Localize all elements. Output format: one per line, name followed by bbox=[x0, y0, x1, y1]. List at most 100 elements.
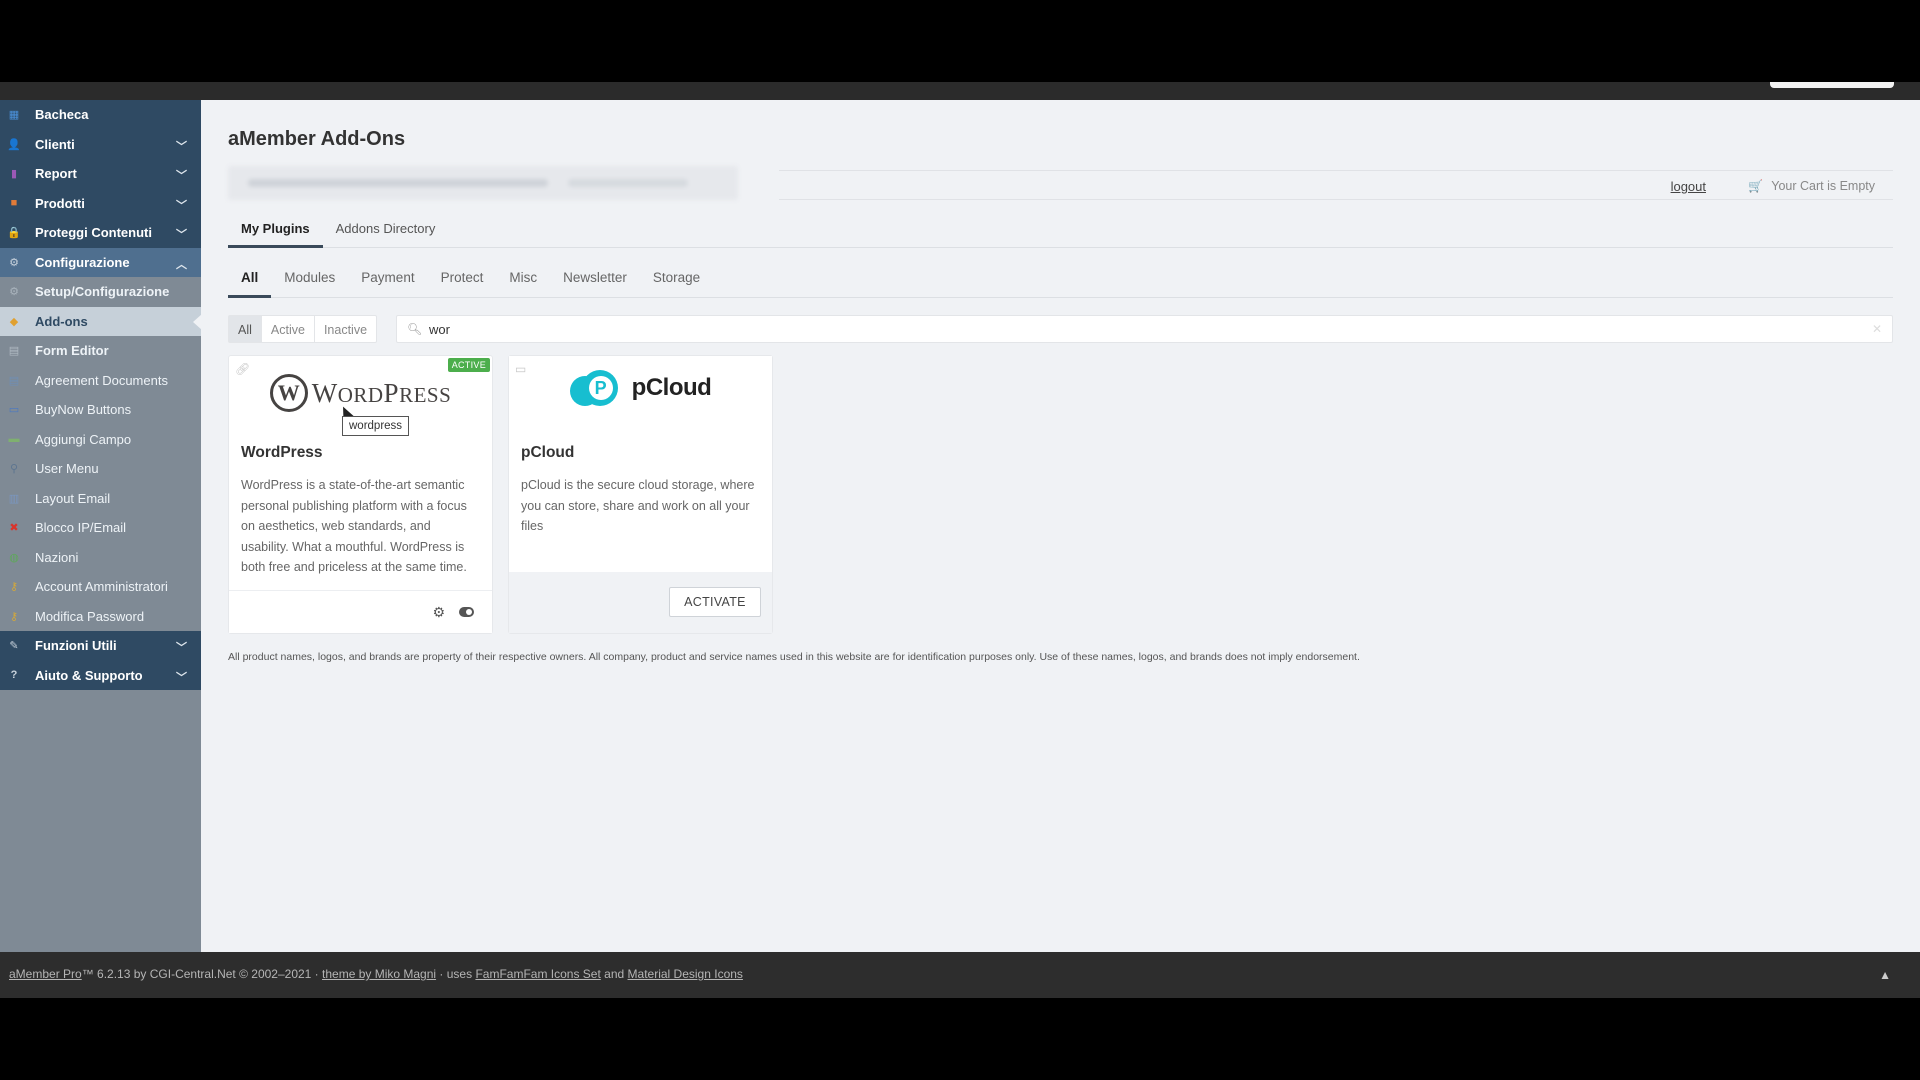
wordpress-mark-icon: W bbox=[269, 374, 308, 412]
category-tab-misc[interactable]: Misc bbox=[496, 266, 550, 298]
category-tab-modules[interactable]: Modules bbox=[271, 266, 348, 298]
sidebar-item-label: Layout Email bbox=[35, 490, 111, 506]
sidebar-item-label: Aiuto & Supporto bbox=[35, 667, 143, 683]
sidebar-item-aiuto-supporto[interactable]: ? Aiuto & Supporto ﹀ bbox=[0, 660, 201, 690]
settings-gear-icon[interactable]: ⚙ bbox=[432, 604, 445, 621]
tab-my-plugins[interactable]: My Plugins bbox=[228, 218, 323, 248]
logo-tooltip: wordpress bbox=[342, 416, 410, 436]
chevron-down-icon[interactable]: ﹀ bbox=[176, 639, 187, 655]
card-footer: ⚙ bbox=[229, 590, 492, 633]
sidebar-item-label: Modifica Password bbox=[35, 608, 145, 624]
sidebar-item-form-editor[interactable]: ▤ Form Editor bbox=[0, 336, 201, 366]
sidebar-item-buynow-buttons[interactable]: ▭ BuyNow Buttons bbox=[0, 395, 201, 425]
email-layout-icon: ▥ bbox=[8, 492, 20, 505]
toggle-switch-icon[interactable] bbox=[459, 607, 474, 617]
plugin-description: WordPress is a state-of-the-art semantic… bbox=[241, 478, 467, 574]
sidebar-item-label: Nazioni bbox=[35, 549, 79, 565]
page-footer: aMember Pro™ 6.2.13 by CGI-Central.Net ©… bbox=[0, 952, 1920, 998]
logout-link[interactable]: logout bbox=[1671, 179, 1706, 194]
filter-all[interactable]: All bbox=[228, 315, 262, 343]
status-filter: All Active Inactive bbox=[228, 315, 378, 343]
chevron-down-icon[interactable]: ﹀ bbox=[176, 669, 187, 685]
sidebar-item-bacheca[interactable]: ▦ Bacheca bbox=[0, 100, 201, 130]
sidebar-item-label: Prodotti bbox=[35, 195, 85, 211]
card-footer: ACTIVATE bbox=[509, 572, 772, 633]
card-body: ▭ P pCloud pCloud pCloud is the secure c… bbox=[509, 356, 772, 574]
plugin-card-pcloud: ▭ P pCloud pCloud pCloud is the secure c… bbox=[508, 355, 773, 634]
chevron-down-icon[interactable]: ﹀ bbox=[176, 197, 187, 213]
chevron-down-icon[interactable]: ﹀ bbox=[176, 167, 187, 183]
filter-inactive[interactable]: Inactive bbox=[314, 315, 378, 343]
admin-key-icon: ⚷ bbox=[9, 581, 19, 594]
category-tab-all[interactable]: All bbox=[228, 266, 272, 298]
sitemap-icon: ⚲ bbox=[9, 463, 19, 476]
category-tabs: All Modules Payment Protect Misc Newsletter St… bbox=[228, 266, 1893, 298]
chevron-up-icon[interactable]: ︿ bbox=[176, 256, 187, 272]
wordpress-logo-text: WORDPRESS bbox=[311, 377, 452, 408]
button-icon: ▭ bbox=[8, 404, 20, 417]
search-input[interactable] bbox=[429, 316, 1849, 342]
users-icon: 👤 bbox=[7, 138, 21, 151]
block-icon: ✖ bbox=[9, 522, 19, 535]
wordpress-logo: W WORDPRESS bbox=[229, 370, 492, 416]
clear-search-icon[interactable]: ✕ bbox=[1872, 322, 1882, 336]
chevron-down-icon[interactable]: ﹀ bbox=[176, 138, 187, 154]
activate-button[interactable]: ACTIVATE bbox=[669, 587, 761, 617]
category-tab-protect[interactable]: Protect bbox=[428, 266, 497, 298]
sidebar-item-funzioni-utili[interactable]: ✎ Funzioni Utili ﹀ bbox=[0, 631, 201, 661]
page-title: aMember Add-Ons bbox=[228, 128, 406, 150]
sidebar-item-label: Proteggi Contenuti bbox=[35, 225, 152, 241]
search-icon: 🔍︎ bbox=[407, 322, 423, 336]
sidebar-item-modifica-password[interactable]: ⚷ Modifica Password bbox=[0, 602, 201, 632]
main-content: aMember Add-Ons logout 🛒 Your Cart is Em… bbox=[201, 100, 1920, 952]
pcloud-logo: P pCloud bbox=[509, 370, 772, 416]
sidebar-item-report[interactable]: ▮ Report ﹀ bbox=[0, 159, 201, 189]
cart-status[interactable]: 🛒 Your Cart is Empty bbox=[1748, 179, 1875, 193]
sidebar-item-label: Add-ons bbox=[35, 313, 88, 329]
sidebar-item-agreement-documents[interactable]: ▤ Agreement Documents bbox=[0, 366, 201, 396]
footer-version: ™ 6.2.13 by CGI-Central.Net © 2002–2021 … bbox=[81, 967, 319, 981]
famfamfam-link[interactable]: FamFamFam Icons Set bbox=[475, 967, 600, 981]
filter-active[interactable]: Active bbox=[261, 315, 315, 343]
category-tab-newsletter[interactable]: Newsletter bbox=[550, 266, 640, 298]
blurred-header-area bbox=[228, 166, 738, 200]
plugin-name: WordPress bbox=[241, 444, 323, 461]
sidebar-item-aggiungi-campo[interactable]: ▬ Aggiungi Campo bbox=[0, 425, 201, 455]
scroll-top-icon[interactable]: ▲ bbox=[1879, 968, 1891, 982]
sidebar-item-setup-configurazione[interactable]: ⚙ Setup/Configurazione bbox=[0, 277, 201, 307]
sidebar-item-prodotti[interactable]: ■ Prodotti ﹀ bbox=[0, 188, 201, 218]
sidebar-item-configurazione[interactable]: ⚙ Configurazione ︿ bbox=[0, 247, 201, 277]
sidebar-item-add-ons[interactable]: ◆ Add-ons bbox=[0, 306, 202, 336]
amember-pro-link[interactable]: aMember Pro bbox=[9, 967, 82, 981]
search-box[interactable]: 🔍︎ ✕ bbox=[396, 315, 1893, 343]
sidebar-item-label: BuyNow Buttons bbox=[35, 402, 132, 418]
dashboard-icon: ▦ bbox=[8, 109, 20, 122]
category-tab-storage[interactable]: Storage bbox=[640, 266, 713, 298]
tab-addons-directory[interactable]: Addons Directory bbox=[323, 218, 449, 248]
top-bar-widget[interactable] bbox=[1770, 82, 1894, 88]
category-tab-payment[interactable]: Payment bbox=[348, 266, 427, 298]
wrench-icon: ✎ bbox=[9, 640, 19, 653]
chevron-down-icon[interactable]: ﹀ bbox=[176, 226, 187, 242]
sidebar-item-label: Blocco IP/Email bbox=[35, 520, 127, 536]
sidebar-item-label: Form Editor bbox=[35, 343, 109, 359]
theme-link[interactable]: theme by Miko Magni bbox=[322, 967, 436, 981]
sidebar-item-label: Configurazione bbox=[35, 254, 130, 270]
sidebar-item-label: User Menu bbox=[35, 461, 99, 477]
sidebar-item-clienti[interactable]: 👤 Clienti ﹀ bbox=[0, 129, 201, 159]
sidebar-item-label: Setup/Configurazione bbox=[35, 284, 170, 300]
material-icons-link[interactable]: Material Design Icons bbox=[628, 967, 743, 981]
sidebar-item-account-amministratori[interactable]: ⚷ Account Amministratori bbox=[0, 572, 201, 602]
sidebar-item-label: Funzioni Utili bbox=[35, 638, 117, 654]
sidebar-item-nazioni[interactable]: ◍ Nazioni bbox=[0, 543, 201, 573]
key-icon: ⚷ bbox=[9, 610, 19, 623]
disclaimer-text: All product names, logos, and brands are… bbox=[228, 651, 1360, 663]
cart-icon: 🛒 bbox=[1748, 179, 1764, 193]
top-bar bbox=[0, 82, 1920, 100]
sidebar-item-user-menu[interactable]: ⚲ User Menu bbox=[0, 454, 201, 484]
sidebar-item-blocco-ip-email[interactable]: ✖ Blocco IP/Email bbox=[0, 513, 201, 543]
sidebar-item-layout-email[interactable]: ▥ Layout Email bbox=[0, 484, 201, 514]
document-icon: ▤ bbox=[8, 374, 20, 387]
sidebar-item-proteggi-contenuti[interactable]: 🔒 Proteggi Contenuti ﹀ bbox=[0, 218, 201, 248]
sidebar-item-label: Account Amministratori bbox=[35, 579, 168, 595]
